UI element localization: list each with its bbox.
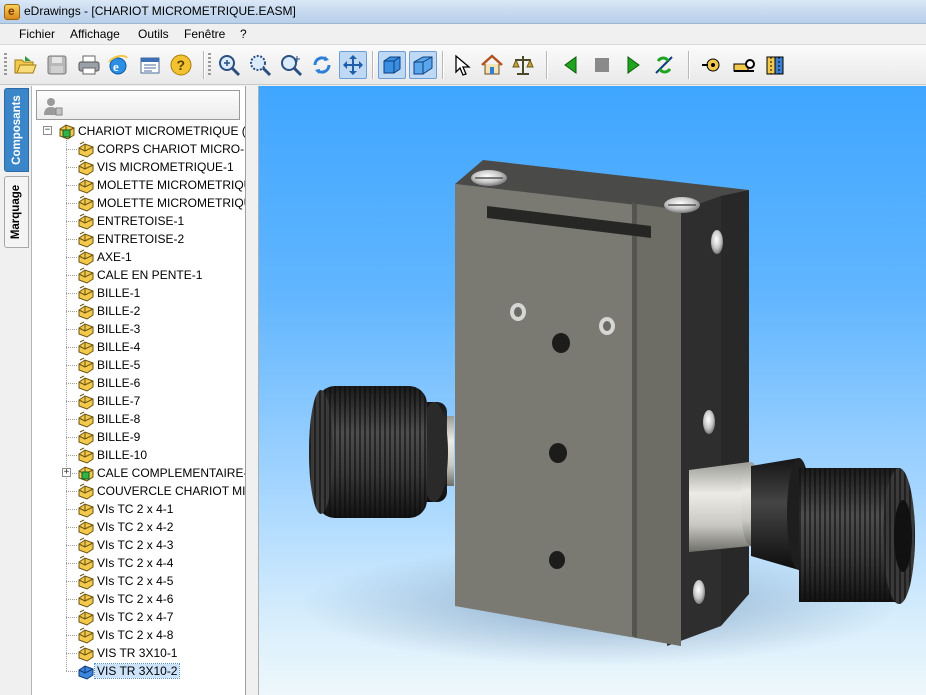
zoom-fit-icon[interactable] bbox=[215, 51, 243, 79]
play-previous-icon[interactable] bbox=[557, 51, 585, 79]
tree-item-label: VIs TC 2 x 4-4 bbox=[97, 556, 174, 570]
tree-item-label: VIs TC 2 x 4-8 bbox=[97, 628, 174, 642]
tree-item-label: BILLE-8 bbox=[97, 412, 141, 426]
tree-item-label: VIs TC 2 x 4-1 bbox=[97, 502, 174, 516]
internet-explorer-icon[interactable]: e bbox=[104, 51, 132, 79]
tree-item-label: BILLE-2 bbox=[97, 304, 141, 318]
tab-marquage-label: Marquage bbox=[10, 184, 23, 240]
svg-text:e: e bbox=[113, 59, 119, 74]
tree-item-label: VIs TC 2 x 4-5 bbox=[97, 574, 174, 588]
stop-icon[interactable] bbox=[588, 51, 616, 79]
tree-item-label: AXE-1 bbox=[97, 250, 132, 264]
tree-item-label: VIS MICROMETRIQUE-1 bbox=[97, 160, 234, 174]
tree-item-label: BILLE-5 bbox=[97, 358, 141, 372]
menu-affichage[interactable]: Affichage bbox=[70, 27, 120, 41]
open-icon[interactable] bbox=[11, 51, 39, 79]
app-window: { "window": { "title": "eDrawings - [CHA… bbox=[0, 0, 926, 695]
zoom-area-icon[interactable] bbox=[246, 51, 274, 79]
edrawings-app-icon bbox=[4, 4, 20, 20]
tree-item-label: MOLETTE MICROMETRIQUI bbox=[97, 178, 246, 192]
left-micrometer-knob bbox=[309, 386, 454, 518]
tree-item-label: BILLE-3 bbox=[97, 322, 141, 336]
tree-filter-bar[interactable] bbox=[36, 90, 240, 120]
component-tree-panel: CHARIOT MICROMETRIQUE (De − CORPS CHARIOT … bbox=[32, 86, 246, 695]
tree-item-label: VIS TR 3X10-1 bbox=[97, 646, 178, 660]
explode-icon[interactable] bbox=[698, 51, 726, 79]
menu-outils[interactable]: Outils bbox=[138, 27, 169, 41]
tree-item-label: BILLE-7 bbox=[97, 394, 141, 408]
menu-fichier[interactable]: Fichier bbox=[19, 27, 55, 41]
panel-splitter[interactable] bbox=[246, 86, 259, 695]
loop-icon[interactable] bbox=[650, 51, 678, 79]
tree-item-label: BILLE-4 bbox=[97, 340, 141, 354]
menu-fenetre[interactable]: Fenêtre bbox=[184, 27, 225, 41]
tab-composants[interactable]: Composants bbox=[4, 88, 29, 172]
window-title: eDrawings - [CHARIOT MICROMETRIQUE.EASM] bbox=[24, 4, 296, 18]
tree-item-label: VIS TR 3X10-2 bbox=[93, 663, 181, 679]
user-filter-icon[interactable] bbox=[43, 96, 63, 116]
options-icon[interactable] bbox=[136, 51, 164, 79]
title-bar: eDrawings - [CHARIOT MICROMETRIQUE.EASM] bbox=[0, 0, 926, 24]
markup-icon[interactable] bbox=[730, 51, 758, 79]
zoom-icon[interactable] bbox=[277, 51, 305, 79]
tree-item-label: VIs TC 2 x 4-3 bbox=[97, 538, 174, 552]
tree-item-label: CALE COMPLEMENTAIRE-3 bbox=[97, 466, 246, 480]
micrometric-slide-model bbox=[299, 160, 915, 666]
slide-carriage-body bbox=[455, 160, 749, 646]
home-view-icon[interactable] bbox=[478, 51, 506, 79]
toolbar: e ? bbox=[0, 45, 926, 85]
tab-marquage[interactable]: Marquage bbox=[4, 176, 29, 248]
tree-item-label: VIs TC 2 x 4-6 bbox=[97, 592, 174, 606]
tree-root-collapse-toggle[interactable]: − bbox=[43, 126, 52, 135]
side-tab-strip: Composants Marquage bbox=[0, 86, 32, 695]
3d-viewport[interactable] bbox=[259, 86, 926, 695]
tree-item-label: MOLETTE MICROMETRIQUI bbox=[97, 196, 246, 210]
tree-item-label: ENTRETOISE-1 bbox=[97, 214, 185, 228]
tree-item-label: BILLE-9 bbox=[97, 430, 141, 444]
shaded-view-icon[interactable] bbox=[378, 51, 406, 79]
perspective-icon[interactable] bbox=[409, 51, 437, 79]
tree-root-label: CHARIOT MICROMETRIQUE (De bbox=[78, 124, 246, 138]
toolbar-grip-2[interactable] bbox=[208, 53, 211, 77]
tab-composants-label: Composants bbox=[10, 95, 23, 165]
tree-item-label: BILLE-1 bbox=[97, 286, 141, 300]
toolbar-grip[interactable] bbox=[4, 53, 7, 77]
svg-text:?: ? bbox=[177, 57, 186, 73]
measure-icon[interactable] bbox=[509, 51, 537, 79]
menu-help[interactable]: ? bbox=[240, 27, 247, 41]
help-icon[interactable]: ? bbox=[167, 51, 195, 79]
tree-item-label: VIs TC 2 x 4-7 bbox=[97, 610, 174, 624]
print-icon[interactable] bbox=[75, 51, 103, 79]
tree-item-label: ENTRETOISE-2 bbox=[97, 232, 185, 246]
pan-icon[interactable] bbox=[339, 51, 367, 79]
save-icon[interactable] bbox=[43, 51, 71, 79]
select-icon[interactable] bbox=[447, 51, 475, 79]
tree-item-label: BILLE-6 bbox=[97, 376, 141, 390]
section-icon[interactable] bbox=[761, 51, 789, 79]
tree-item-label: BILLE-10 bbox=[97, 448, 148, 462]
tree-item-label: CALE EN PENTE-1 bbox=[97, 268, 203, 282]
tree-item-label: VIs TC 2 x 4-2 bbox=[97, 520, 174, 534]
rotate-icon[interactable] bbox=[308, 51, 336, 79]
tree-expand-toggle[interactable]: + bbox=[62, 468, 71, 477]
tree-item-label: CORPS CHARIOT MICRO-1 bbox=[97, 142, 246, 156]
tree-item-label: COUVERCLE CHARIOT MICF bbox=[97, 484, 246, 498]
play-icon[interactable] bbox=[619, 51, 647, 79]
menu-bar: Fichier Affichage Outils Fenêtre ? bbox=[0, 24, 926, 45]
